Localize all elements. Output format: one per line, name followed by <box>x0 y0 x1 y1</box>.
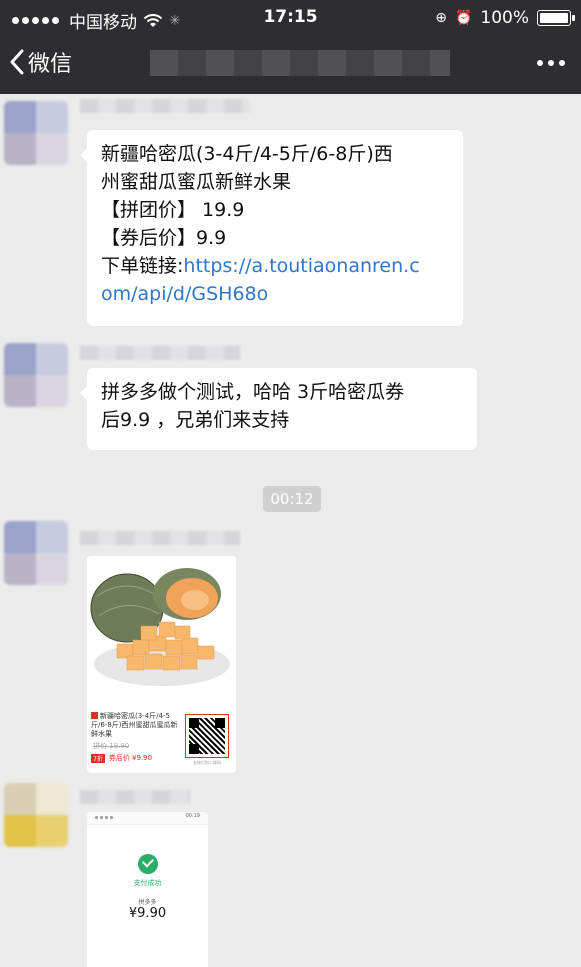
nav-bar: 微信 <box>0 34 581 94</box>
qr-code <box>185 714 229 758</box>
chat-timestamp: 00:12 <box>263 486 321 512</box>
battery-icon <box>537 10 575 26</box>
sender-name-blurred <box>80 99 250 113</box>
payment-success-icon <box>138 854 158 874</box>
payment-status: 支付成功 <box>133 879 162 887</box>
status-right: ⊕ ⏰ 100% <box>435 8 575 28</box>
alarm-icon: ⏰ <box>454 10 473 26</box>
screenshot-time: 00:19 <box>185 813 200 819</box>
original-price: 拼价 19.90 <box>93 742 130 750</box>
sender-name-blurred <box>80 531 240 545</box>
sender-name-blurred <box>80 346 240 360</box>
message-bubble-text[interactable]: 拼多多做个测试，哈哈 3斤哈密瓜券 后9.9 ，兄弟们来支持 <box>80 368 477 450</box>
message-line: 州蜜甜瓜蜜瓜新鲜水果 <box>101 171 292 193</box>
pdd-logo-icon <box>91 712 98 719</box>
status-bar: 中国移动 ✳ 17:15 ⊕ ⏰ 100% <box>0 0 581 34</box>
merchant-name: 拼多多 <box>138 899 157 906</box>
sender-name-blurred <box>80 790 190 804</box>
melon-photo <box>87 556 236 706</box>
avatar[interactable] <box>4 101 68 165</box>
message-line: 【券后价】9.9 <box>101 227 227 249</box>
payment-amount: ¥9.90 <box>128 906 167 921</box>
qr-pattern <box>189 718 225 754</box>
message-bubble-product[interactable]: 新疆哈密瓜(3-4斤/4-5斤/6-8斤)西 州蜜甜瓜蜜瓜新鲜水果 【拼团价】 … <box>80 130 463 326</box>
battery-percent: 100% <box>480 8 529 28</box>
order-link-prefix: 下单链接: <box>101 255 184 277</box>
back-button[interactable]: 微信 <box>10 46 72 78</box>
chat-title-blurred <box>150 50 450 76</box>
product-title: 新疆哈密瓜(3-4斤/4-5斤/6-8斤)西州蜜甜瓜蜜瓜新鲜水果 <box>91 712 181 739</box>
message-line: 新疆哈密瓜(3-4斤/4-5斤/6-8斤)西 <box>101 143 393 165</box>
message-line: 后9.9 ，兄弟们来支持 <box>101 409 290 431</box>
back-label: 微信 <box>28 52 73 77</box>
message-line: 下单链接:https://a.toutiaonanren.c <box>101 252 449 280</box>
discount-tag: 7折 <box>91 753 105 763</box>
screenshot-statusbar: 00:19 <box>87 812 208 825</box>
order-link[interactable]: https://a.toutiaonanren.c <box>183 255 419 277</box>
coupon-price: 券后价 ¥9.90 <box>108 754 153 762</box>
qr-caption: 长按识别二维码 <box>193 760 221 765</box>
avatar[interactable] <box>4 343 68 407</box>
payment-screenshot-message[interactable]: 00:19 支付成功 拼多多 ¥9.90 <box>87 812 208 967</box>
message-line: 【拼团价】 19.9 <box>101 199 245 221</box>
product-title-text: 新疆哈密瓜(3-4斤/4-5斤/6-8斤)西州蜜甜瓜蜜瓜新鲜水果 <box>91 712 178 738</box>
chevron-left-icon <box>10 49 24 75</box>
more-button[interactable] <box>537 60 565 66</box>
order-link-continued[interactable]: om/api/d/GSH68o <box>101 280 449 308</box>
price-row: 7折 券后价 ¥9.90 <box>91 753 152 763</box>
orientation-lock-icon: ⊕ <box>435 10 447 26</box>
avatar[interactable] <box>4 521 68 585</box>
signal-icon <box>95 816 113 819</box>
message-line: 拼多多做个测试，哈哈 3斤哈密瓜券 <box>101 381 405 403</box>
product-image-message[interactable]: 新疆哈密瓜(3-4斤/4-5斤/6-8斤)西州蜜甜瓜蜜瓜新鲜水果 拼价 19.9… <box>87 556 236 773</box>
battery-fill <box>540 13 568 23</box>
avatar[interactable] <box>4 783 68 847</box>
